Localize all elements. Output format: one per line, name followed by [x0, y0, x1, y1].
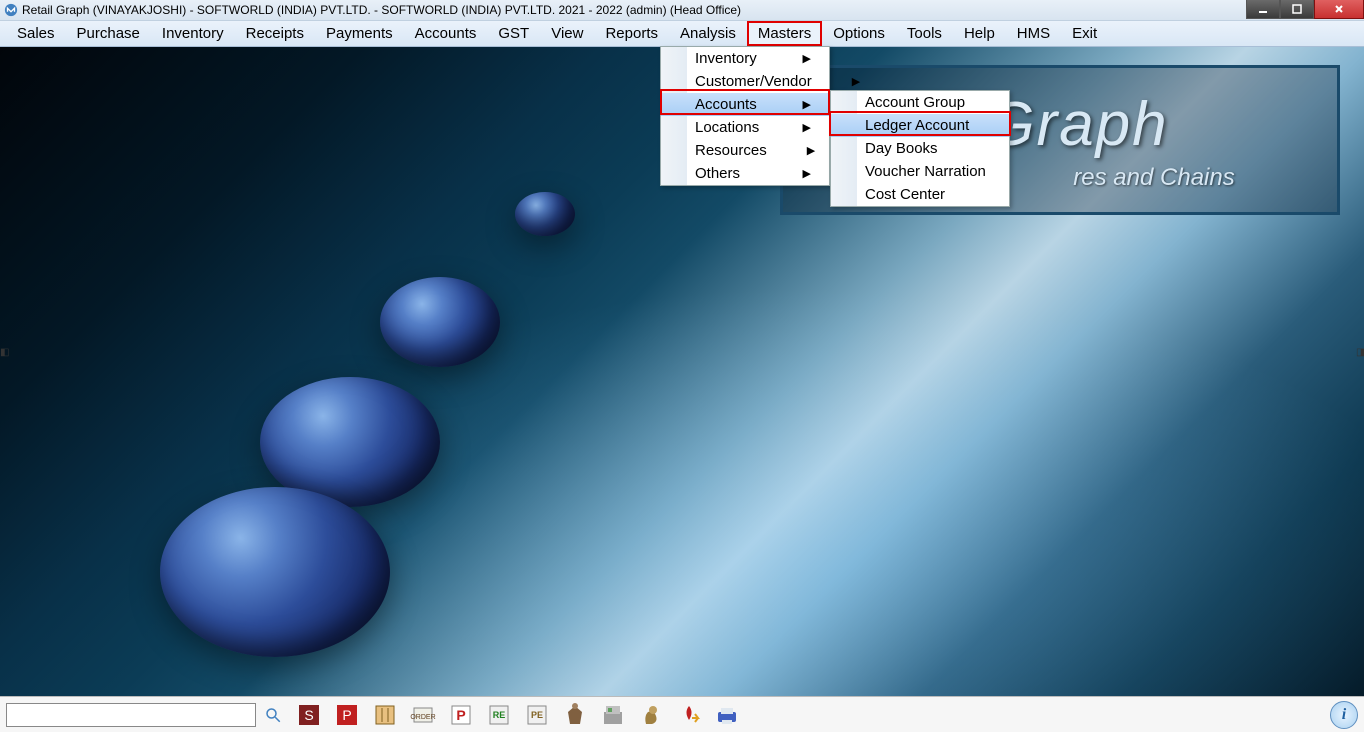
toolbar-icon-5[interactable]: P [446, 700, 476, 730]
svg-text:S: S [304, 707, 313, 723]
close-button[interactable] [1314, 0, 1364, 19]
menu-options[interactable]: Options [822, 21, 896, 46]
app-icon [4, 3, 18, 17]
info-button[interactable]: i [1330, 701, 1358, 729]
accounts-submenu: Account Group Ledger Account Day Books V… [830, 90, 1010, 207]
toolbar-icon-2[interactable]: P [332, 700, 362, 730]
masters-others-item[interactable]: Others▶ [661, 162, 829, 185]
toolbar-icon-3[interactable] [370, 700, 400, 730]
toolbar-icon-10[interactable] [636, 700, 666, 730]
masters-accounts-item[interactable]: Accounts▶ [661, 93, 829, 116]
search-input[interactable] [6, 703, 256, 727]
cost-center-item[interactable]: Cost Center [831, 183, 1009, 206]
svg-text:PE: PE [531, 710, 543, 720]
maximize-button[interactable] [1280, 0, 1314, 19]
decor-sphere [160, 487, 390, 657]
menu-hms[interactable]: HMS [1006, 21, 1061, 46]
menu-receipts[interactable]: Receipts [235, 21, 315, 46]
decor-sphere [380, 277, 500, 367]
menu-help[interactable]: Help [953, 21, 1006, 46]
svg-text:P: P [456, 707, 465, 723]
menu-tools[interactable]: Tools [896, 21, 953, 46]
masters-customer-vendor-item[interactable]: Customer/Vendor▶ [661, 70, 829, 93]
window-title: Retail Graph (VINAYAKJOSHI) - SOFTWORLD … [22, 3, 741, 17]
menu-exit[interactable]: Exit [1061, 21, 1108, 46]
menu-analysis[interactable]: Analysis [669, 21, 747, 46]
minimize-button[interactable] [1246, 0, 1280, 19]
menu-reports[interactable]: Reports [594, 21, 669, 46]
chevron-right-icon: ▶ [803, 52, 811, 65]
right-dock-handle[interactable]: ◨ [1356, 347, 1364, 359]
svg-text:RE: RE [493, 710, 506, 720]
chevron-right-icon: ▶ [803, 167, 811, 180]
menu-view[interactable]: View [540, 21, 594, 46]
svg-text:P: P [342, 707, 351, 723]
toolbar-icon-4[interactable]: ORDER [408, 700, 438, 730]
search-icon [264, 706, 282, 724]
toolbar-icon-1[interactable]: S [294, 700, 324, 730]
toolbar-icon-12[interactable] [712, 700, 742, 730]
menu-gst[interactable]: GST [487, 21, 540, 46]
menu-payments[interactable]: Payments [315, 21, 404, 46]
window-titlebar: Retail Graph (VINAYAKJOSHI) - SOFTWORLD … [0, 0, 1364, 20]
chevron-right-icon: ▶ [803, 98, 811, 111]
menu-masters[interactable]: Masters [747, 21, 822, 46]
toolbar-icon-6[interactable]: RE [484, 700, 514, 730]
masters-locations-item[interactable]: Locations▶ [661, 116, 829, 139]
search-button[interactable] [260, 702, 286, 728]
masters-resources-item[interactable]: Resources▶ [661, 139, 829, 162]
menu-sales[interactable]: Sales [6, 21, 66, 46]
menu-purchase[interactable]: Purchase [66, 21, 151, 46]
svg-text:ORDER: ORDER [410, 714, 435, 721]
voucher-narration-item[interactable]: Voucher Narration [831, 160, 1009, 183]
left-dock-handle[interactable]: ◧ [0, 347, 8, 359]
masters-dropdown: Inventory▶ Customer/Vendor▶ Accounts▶ Lo… [660, 46, 830, 186]
ledger-account-item[interactable]: Ledger Account [831, 114, 1009, 137]
day-books-item[interactable]: Day Books [831, 137, 1009, 160]
decor-sphere [515, 192, 575, 236]
bottom-toolbar: S P ORDER P RE PE i [0, 696, 1364, 732]
account-group-item[interactable]: Account Group [831, 91, 1009, 114]
window-controls [1246, 0, 1364, 19]
chevron-right-icon: ▶ [852, 75, 860, 88]
toolbar-icon-11[interactable] [674, 700, 704, 730]
toolbar-icon-7[interactable]: PE [522, 700, 552, 730]
menu-inventory[interactable]: Inventory [151, 21, 235, 46]
menubar: Sales Purchase Inventory Receipts Paymen… [0, 20, 1364, 47]
masters-inventory-item[interactable]: Inventory▶ [661, 47, 829, 70]
menu-accounts[interactable]: Accounts [404, 21, 488, 46]
toolbar-icon-8[interactable] [560, 700, 590, 730]
toolbar-icon-9[interactable] [598, 700, 628, 730]
chevron-right-icon: ▶ [807, 144, 815, 157]
chevron-right-icon: ▶ [803, 121, 811, 134]
